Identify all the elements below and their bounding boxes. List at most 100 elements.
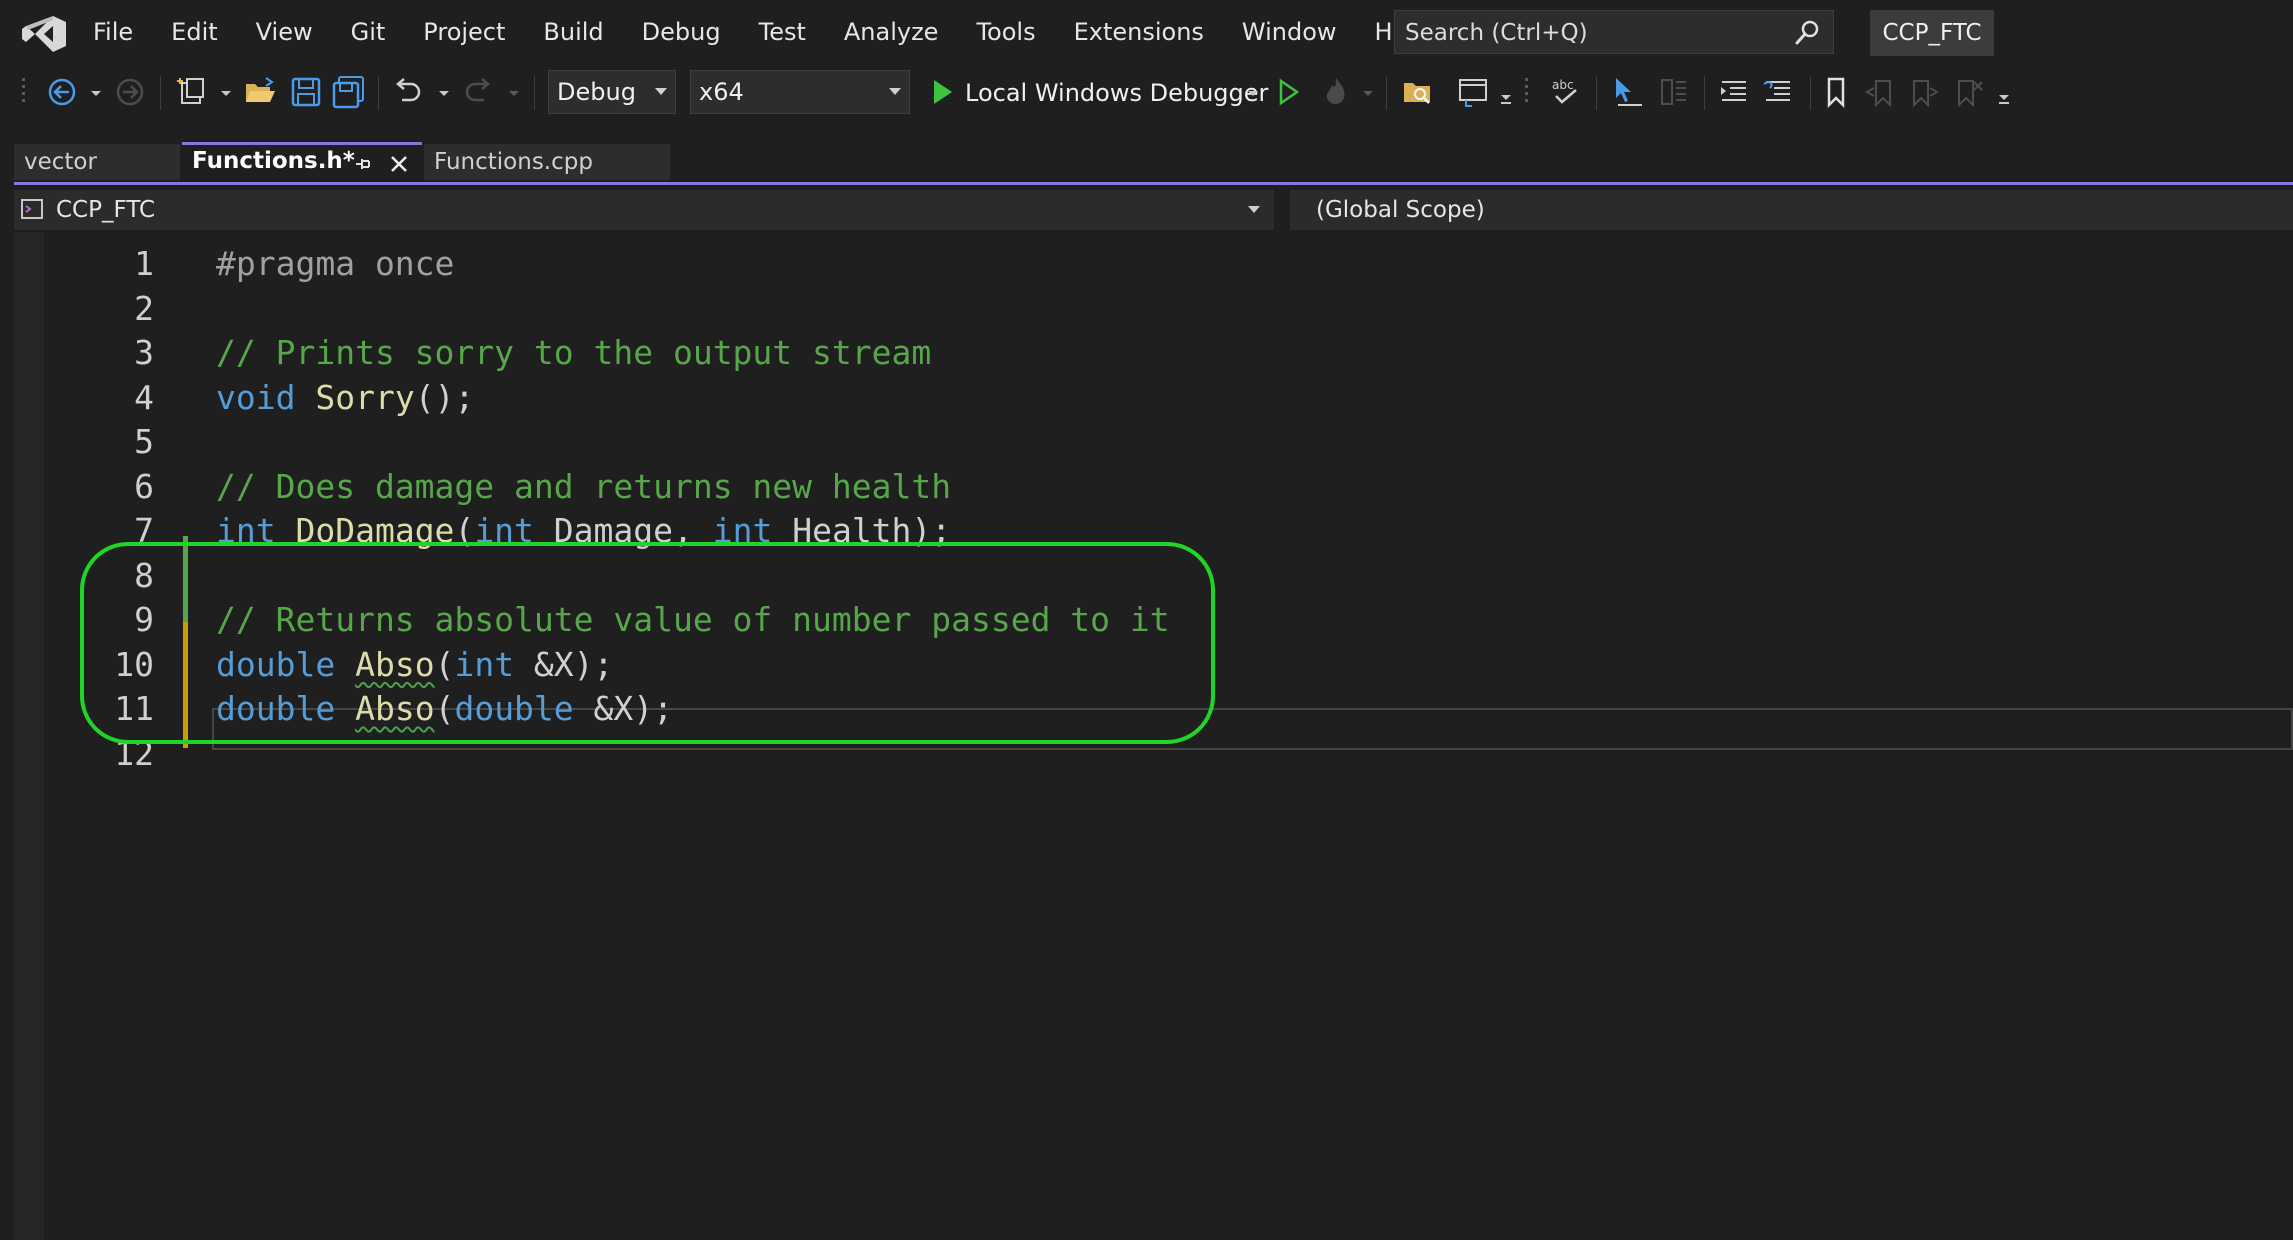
menu-edit[interactable]: Edit — [152, 0, 236, 64]
outdent-icon — [1763, 81, 1790, 101]
browser-icon — [1459, 79, 1487, 107]
navigation-bar: CCP_FTC (Global Scope) — [14, 190, 2293, 230]
next-bookmark-button[interactable] — [1906, 74, 1942, 110]
toolbar-separator — [1596, 76, 1597, 110]
menu-test[interactable]: Test — [740, 0, 825, 64]
chevron-down-icon[interactable] — [1996, 78, 2012, 108]
toolbar-separator — [160, 76, 161, 110]
toolbar-separator — [378, 76, 379, 110]
code-token: void — [216, 377, 296, 417]
menu-window[interactable]: Window — [1223, 0, 1356, 64]
close-icon[interactable] — [388, 153, 410, 175]
bookmark-previous-icon — [1864, 80, 1891, 108]
bookmark-next-icon — [1913, 80, 1940, 108]
layout-icon — [1661, 79, 1686, 105]
menu-debug[interactable]: Debug — [623, 0, 740, 64]
save-button[interactable] — [288, 74, 324, 110]
line-number: 1 — [134, 244, 154, 283]
search-input[interactable]: Search (Ctrl+Q) — [1394, 10, 1834, 54]
outdent-button[interactable] — [1760, 74, 1796, 110]
menu-tools[interactable]: Tools — [957, 0, 1054, 64]
scope-dropdown[interactable]: (Global Scope) — [1316, 190, 1485, 230]
play-outline-icon — [1279, 78, 1300, 106]
search-icon — [1795, 20, 1819, 45]
new-project-button[interactable] — [174, 74, 210, 110]
code-line[interactable]: #pragma once — [216, 242, 454, 285]
save-all-icon — [332, 76, 364, 109]
pin-icon[interactable] — [352, 153, 374, 175]
chevron-down-icon[interactable] — [436, 78, 452, 108]
platform-select[interactable]: x64 — [690, 70, 910, 114]
indent-button[interactable] — [1716, 74, 1752, 110]
toggle-bookmark-button[interactable] — [1818, 74, 1854, 110]
menu-file[interactable]: File — [74, 0, 152, 64]
navigate-back-button[interactable] — [44, 74, 80, 110]
flame-icon — [1326, 78, 1345, 105]
menu-view[interactable]: View — [237, 0, 332, 64]
chevron-down-icon[interactable] — [218, 78, 234, 108]
code-token: (); — [414, 377, 475, 417]
hot-reload-button[interactable] — [1318, 74, 1354, 110]
toolbar-separator — [1386, 76, 1387, 110]
chevron-down-icon[interactable] — [506, 78, 522, 108]
forward-arrow-icon — [116, 78, 144, 106]
chevron-down-icon — [889, 88, 901, 95]
select-element-button[interactable] — [1610, 74, 1646, 110]
toolbar-grip-icon — [1525, 78, 1528, 102]
menu-items: File Edit View Git Project Build Debug T… — [74, 0, 1448, 64]
new-project-icon — [177, 78, 204, 104]
spell-check-button[interactable]: abc — [1548, 74, 1584, 110]
visual-studio-logo-icon[interactable] — [22, 14, 66, 54]
toolbar-separator — [1704, 76, 1705, 110]
save-all-button[interactable] — [330, 74, 366, 110]
undo-icon — [396, 78, 421, 102]
menu-git[interactable]: Git — [332, 0, 405, 64]
chevron-down-icon[interactable] — [1498, 78, 1514, 108]
toolbar-grip-icon — [22, 78, 25, 102]
chevron-down-icon[interactable] — [1248, 206, 1260, 213]
start-without-debugging-button[interactable] — [1270, 74, 1306, 110]
redo-button[interactable] — [460, 74, 496, 110]
line-number: 3 — [134, 333, 154, 372]
line-number: 5 — [134, 422, 154, 461]
clear-bookmarks-button[interactable] — [1950, 74, 1986, 110]
chevron-down-icon[interactable] — [1245, 78, 1261, 108]
menu-analyze[interactable]: Analyze — [825, 0, 958, 64]
chevron-down-icon[interactable] — [1360, 78, 1376, 108]
open-folder-button[interactable] — [1400, 74, 1436, 110]
platform-value: x64 — [699, 78, 744, 106]
show-layout-button[interactable] — [1656, 74, 1692, 110]
open-file-button[interactable] — [242, 74, 278, 110]
folder-search-icon — [1404, 83, 1430, 104]
line-number: 4 — [134, 377, 154, 417]
menu-project[interactable]: Project — [404, 0, 524, 64]
code-line[interactable]: void Sorry(); — [216, 376, 474, 419]
tab-functions-cpp[interactable]: Functions.cpp — [424, 144, 670, 180]
previous-bookmark-button[interactable] — [1862, 74, 1898, 110]
chevron-down-icon[interactable] — [88, 78, 104, 108]
navigate-forward-button[interactable] — [112, 74, 148, 110]
tab-label: Functions.h* — [192, 148, 355, 174]
undo-button[interactable] — [390, 74, 426, 110]
menu-build[interactable]: Build — [524, 0, 622, 64]
solution-name-badge[interactable]: CCP_FTC — [1870, 10, 1994, 56]
menu-extensions[interactable]: Extensions — [1055, 0, 1223, 64]
code-line[interactable]: // Does damage and returns new health — [216, 465, 951, 508]
save-icon — [291, 77, 321, 107]
back-arrow-icon — [48, 78, 76, 106]
tab-vector[interactable]: vector — [14, 144, 180, 180]
browser-link-button[interactable] — [1456, 74, 1492, 110]
toolbar: Debug x64 Local Windows Debugger abc — [0, 64, 2293, 122]
start-debugging-button[interactable] — [924, 74, 960, 110]
configuration-select[interactable]: Debug — [548, 70, 676, 114]
tab-functions-h[interactable]: Functions.h* — [182, 142, 422, 182]
debugger-label[interactable]: Local Windows Debugger — [965, 64, 1268, 122]
toolbar-separator — [1810, 76, 1811, 110]
code-line[interactable]: // Prints sorry to the output stream — [216, 331, 931, 374]
spell-check-icon: abc — [1552, 78, 1577, 104]
code-editor[interactable]: 1 2 3 4 5 6 7 8 9 10 11 12 #pragma once// Prints so… — [0, 232, 2293, 1240]
project-dropdown[interactable]: CCP_FTC — [56, 190, 155, 230]
tab-label: vector — [24, 149, 97, 175]
cursor-select-icon — [1616, 78, 1642, 106]
